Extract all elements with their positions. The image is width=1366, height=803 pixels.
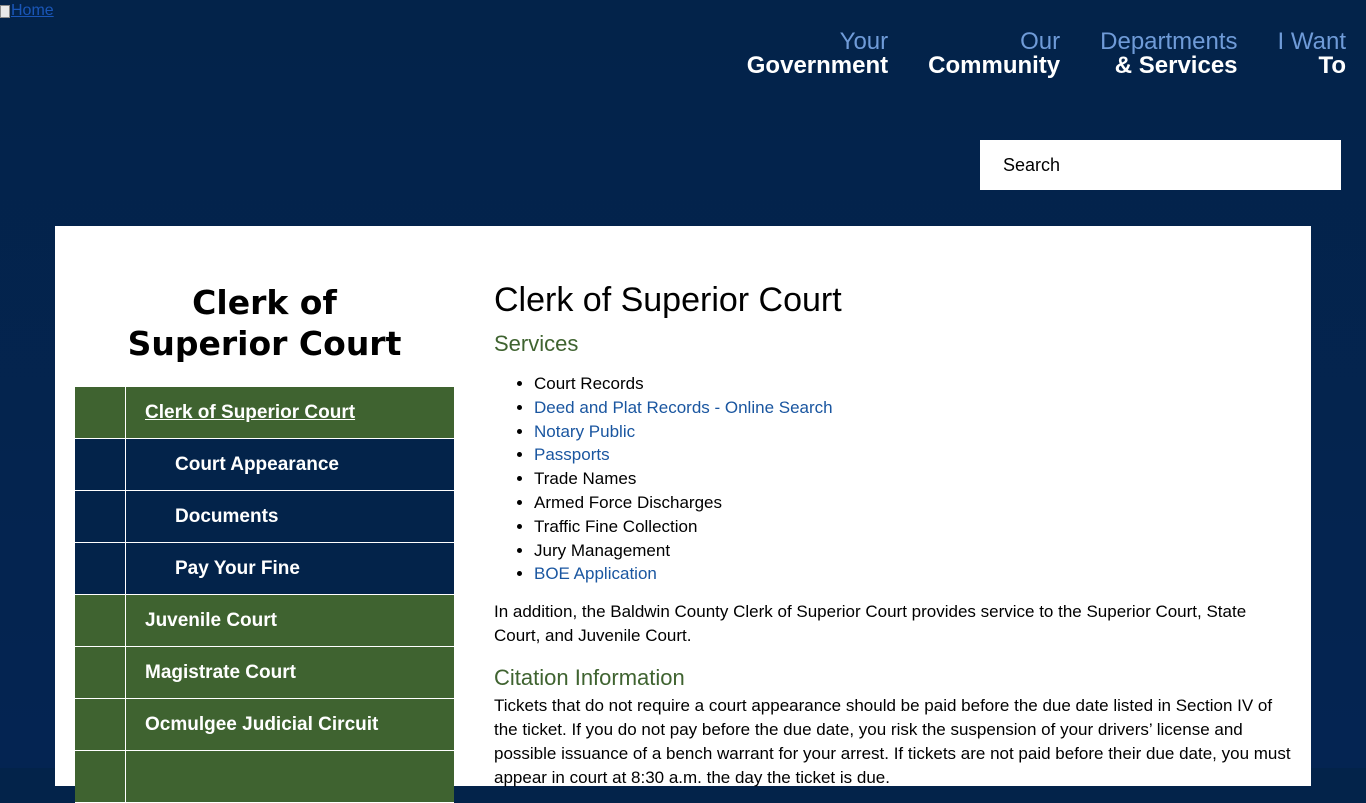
deed-plat-records-link[interactable]: Deed and Plat Records - Online Search bbox=[534, 398, 833, 417]
content-panel: Clerk of Superior Court Clerk of Superio… bbox=[55, 226, 1311, 803]
sidebar-item-next[interactable] bbox=[75, 751, 454, 803]
nav-top-label: Your bbox=[839, 28, 889, 55]
passports-link[interactable]: Passports bbox=[534, 445, 610, 464]
list-item: Court Records bbox=[534, 372, 1294, 396]
home-link-text: Home bbox=[11, 2, 54, 19]
citation-heading: Citation Information bbox=[494, 665, 685, 691]
nav-bottom-label: Government bbox=[746, 52, 889, 79]
nav-bottom-label: To bbox=[1318, 52, 1346, 79]
nav-top-label: I Want bbox=[1277, 28, 1346, 55]
nav-top-label: Our bbox=[1020, 28, 1061, 55]
list-item: Passports bbox=[534, 443, 1294, 467]
sidebar-item-clerk-of-superior-court[interactable]: Clerk of Superior Court bbox=[75, 387, 454, 439]
nav-our-community[interactable]: Our Community bbox=[928, 30, 1060, 78]
broken-image-icon bbox=[0, 4, 10, 18]
list-item: Trade Names bbox=[534, 467, 1294, 491]
boe-application-link[interactable]: BOE Application bbox=[534, 564, 657, 583]
sidebar-item-label: Court Appearance bbox=[175, 453, 339, 475]
sidebar-item-label: Juvenile Court bbox=[145, 609, 277, 631]
nav-departments-services[interactable]: Departments & Services bbox=[1100, 30, 1237, 78]
sidebar-item-label: Documents bbox=[175, 505, 279, 527]
search-box bbox=[980, 140, 1341, 190]
sidebar-item-label: Ocmulgee Judicial Circuit bbox=[145, 713, 379, 735]
intro-paragraph: In addition, the Baldwin County Clerk of… bbox=[494, 602, 1247, 646]
sidebar-title: Clerk of Superior Court bbox=[127, 283, 402, 363]
sidebar-item-magistrate-court[interactable]: Magistrate Court bbox=[75, 647, 454, 699]
nav-i-want-to[interactable]: I Want To bbox=[1278, 30, 1346, 78]
list-item: Notary Public bbox=[534, 420, 1294, 444]
list-item: Traffic Fine Collection bbox=[534, 515, 1294, 539]
list-item: Jury Management bbox=[534, 539, 1294, 563]
notary-public-link[interactable]: Notary Public bbox=[534, 422, 635, 441]
top-navigation: Your Government Our Community Department… bbox=[707, 30, 1346, 78]
list-item: Deed and Plat Records - Online Search bbox=[534, 396, 1294, 420]
sidebar: Clerk of Superior Court Clerk of Superio… bbox=[75, 226, 454, 803]
sidebar-item-juvenile-court[interactable]: Juvenile Court bbox=[75, 595, 454, 647]
sidebar-item-pay-your-fine[interactable]: Pay Your Fine bbox=[75, 543, 454, 595]
list-item: BOE Application bbox=[534, 562, 1294, 586]
list-item: Armed Force Discharges bbox=[534, 491, 1294, 515]
search-input[interactable] bbox=[1001, 153, 1320, 177]
sidebar-item-label: Magistrate Court bbox=[145, 661, 296, 683]
sidebar-item-documents[interactable]: Documents bbox=[75, 491, 454, 543]
nav-your-government[interactable]: Your Government bbox=[747, 30, 888, 78]
services-list: Court Records Deed and Plat Records - On… bbox=[494, 372, 1294, 586]
nav-top-label: Departments bbox=[1100, 28, 1238, 55]
citation-paragraph: Tickets that do not require a court appe… bbox=[494, 696, 1291, 788]
sidebar-item-ocmulgee-judicial-circuit[interactable]: Ocmulgee Judicial Circuit bbox=[75, 699, 454, 751]
nav-bottom-label: Community bbox=[928, 52, 1061, 79]
sidebar-item-court-appearance[interactable]: Court Appearance bbox=[75, 439, 454, 491]
nav-bottom-label: & Services bbox=[1114, 52, 1238, 79]
page-title: Clerk of Superior Court bbox=[494, 281, 842, 319]
services-heading: Services bbox=[494, 331, 579, 356]
home-logo-link[interactable]: Home bbox=[0, 2, 54, 20]
sidebar-item-label: Clerk of Superior Court bbox=[145, 401, 356, 423]
main-content: Clerk of Superior Court Services Court R… bbox=[494, 226, 1294, 790]
sidebar-item-label: Pay Your Fine bbox=[175, 557, 300, 579]
